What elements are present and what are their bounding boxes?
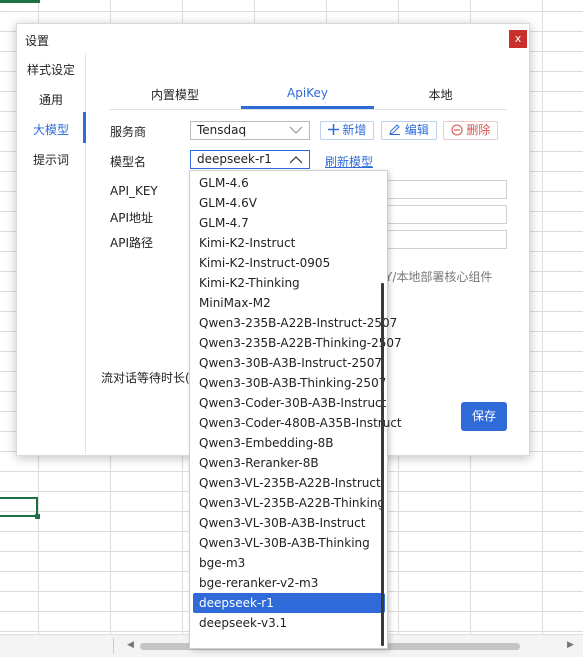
dropdown-option[interactable]: Qwen3-VL-235B-A22B-Instruct [193,473,385,493]
dropdown-option[interactable]: Qwen3-Coder-30B-A3B-Instruct [193,393,386,413]
delete-label: 删除 [466,123,491,137]
tab-apikey[interactable]: ApiKey [241,86,374,108]
dropdown-option[interactable]: Kimi-K2-Instruct-0905 [193,253,385,273]
edit-icon [389,124,401,135]
sheet-top-indicator [0,0,40,3]
dropdown-option[interactable]: deepseek-v3.1 [193,613,385,633]
dropdown-option[interactable]: Qwen3-VL-235B-A22B-Thinking [193,493,385,513]
add-label: 新增 [342,123,367,137]
nav-item-prompt[interactable]: 提示词 [17,148,85,172]
api-path-label: API路径 [110,236,153,250]
dialog-title: 设置 [25,34,50,48]
fill-handle[interactable] [35,514,40,519]
chevron-down-icon [289,126,303,134]
edit-label: 编辑 [404,123,429,137]
model-label: 模型名 [110,155,147,169]
api-key-label: API_KEY [110,184,158,198]
dropdown-option[interactable]: bge-reranker-v2-m3 [193,573,385,593]
nav-item-general[interactable]: 通用 [17,88,85,112]
save-button[interactable]: 保存 [461,402,507,431]
model-dropdown-list[interactable]: GLM-4.6 GLM-4.6V GLM-4.7 Kimi-K2-Instruct Ki… [189,170,402,649]
nav-item-style[interactable]: 样式设定 [17,58,85,82]
dropdown-option[interactable]: bge-m3 [193,553,385,573]
dropdown-option[interactable]: GLM-4.6 [193,173,385,193]
minus-circle-icon [451,124,463,136]
dropdown-option[interactable]: Kimi-K2-Thinking [193,273,385,293]
scroll-left-icon[interactable]: ◀ [127,640,134,650]
dropdown-option[interactable]: MiniMax-M2 [193,293,385,313]
nav-active-indicator [83,112,86,143]
dropdown-option[interactable]: Kimi-K2-Instruct [193,233,385,253]
tab-local[interactable]: 本地 [374,86,507,108]
stream-wait-label: 流对话等待时长( [101,371,190,385]
settings-nav: 样式设定 通用 大模型 提示词 [17,54,86,454]
dropdown-option[interactable]: Qwen3-Embedding-8B [193,433,385,453]
dropdown-option[interactable]: Qwen3-235B-A22B-Thinking-2507 [193,333,402,353]
chevron-up-icon [289,156,303,164]
edit-provider-button[interactable]: 编辑 [381,121,437,140]
selected-cell[interactable] [0,497,38,517]
api-address-label: API地址 [110,211,153,225]
add-provider-button[interactable]: 新增 [320,121,374,140]
local-deploy-hint: Y/本地部署核心组件 [385,270,493,284]
dropdown-option[interactable]: Qwen3-235B-A22B-Instruct-2507 [193,313,397,333]
scroll-right-icon[interactable]: ▶ [567,640,574,650]
scrollbar-separator [113,638,114,654]
provider-label: 服务商 [110,125,147,139]
model-tabs: 内置模型 ApiKey 本地 [109,82,507,110]
dropdown-option[interactable]: GLM-4.7 [193,213,385,233]
model-select[interactable]: deepseek-r1 [190,150,310,169]
provider-value: Tensdaq [197,123,247,137]
dropdown-option[interactable]: Qwen3-30B-A3B-Thinking-2507 [193,373,386,393]
api-path-input[interactable] [383,230,507,249]
dropdown-option[interactable]: deepseek-r1 [193,593,385,613]
tab-builtin-model[interactable]: 内置模型 [109,86,241,108]
tab-active-indicator [241,106,374,109]
dropdown-scrollbar[interactable] [381,283,384,646]
refresh-models-link[interactable]: 刷新模型 [325,153,373,170]
api-address-input[interactable] [383,205,507,224]
model-value: deepseek-r1 [197,152,272,166]
dropdown-option[interactable]: Qwen3-VL-30B-A3B-Thinking [193,533,385,553]
close-button[interactable]: x [509,30,527,48]
dropdown-option[interactable]: GLM-4.6V [193,193,385,213]
delete-provider-button[interactable]: 删除 [443,121,498,140]
api-key-input[interactable] [383,180,507,199]
dropdown-option[interactable]: Qwen3-Coder-480B-A35B-Instruct [193,413,402,433]
dropdown-option[interactable]: Qwen3-30B-A3B-Instruct-2507 [193,353,385,373]
dropdown-option[interactable]: Qwen3-Reranker-8B [193,453,385,473]
provider-select[interactable]: Tensdaq [190,121,310,140]
plus-icon [327,124,339,135]
nav-item-llm[interactable]: 大模型 [17,118,85,142]
dropdown-option[interactable]: Qwen3-VL-30B-A3B-Instruct [193,513,385,533]
